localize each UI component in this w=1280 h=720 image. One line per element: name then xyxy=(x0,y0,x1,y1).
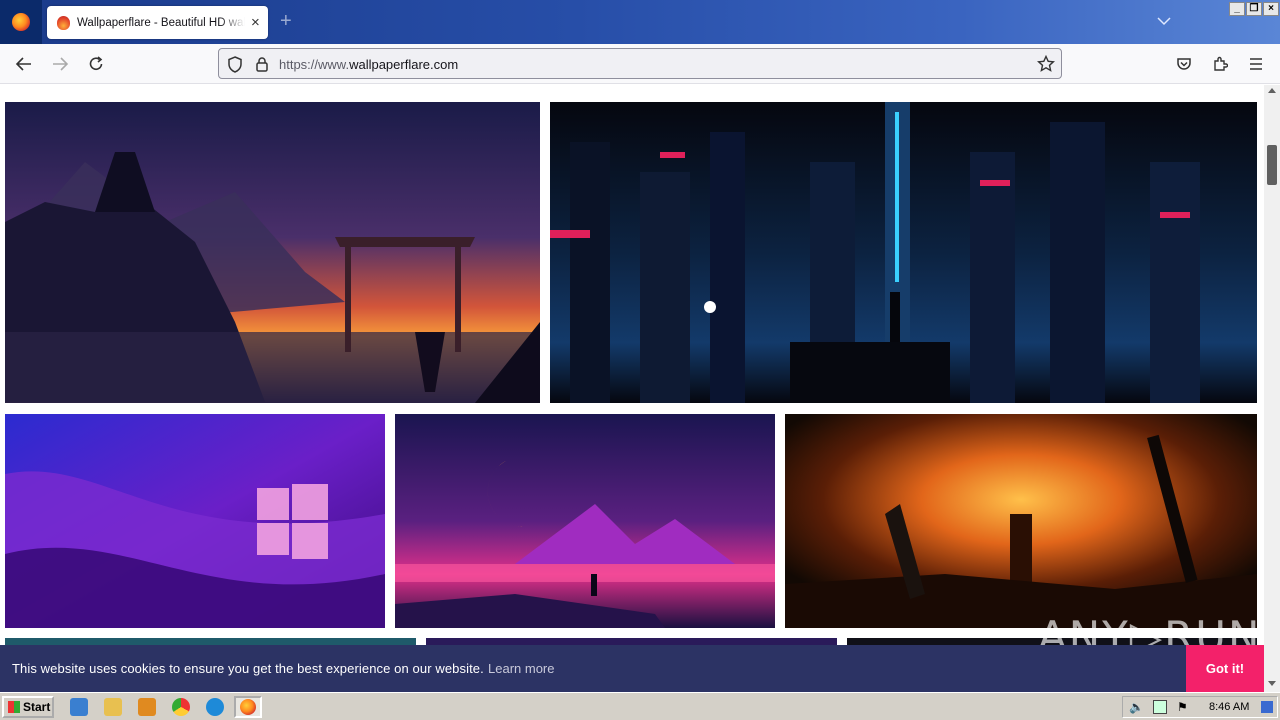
cookie-message: This website uses cookies to ensure you … xyxy=(12,661,484,676)
scroll-up-arrow-icon[interactable] xyxy=(1268,87,1276,93)
wallpaper-thumbnail[interactable] xyxy=(5,414,385,628)
volume-icon[interactable]: 🔈 xyxy=(1129,700,1144,714)
minimize-button[interactable]: _ xyxy=(1229,2,1245,16)
active-tab[interactable]: Wallpaperflare - Beautiful HD wallpapers… xyxy=(47,6,268,39)
extensions-button[interactable] xyxy=(1208,52,1232,76)
wallpaper-thumbnail[interactable] xyxy=(550,102,1257,403)
shield-icon[interactable] xyxy=(227,56,243,73)
firefox-menu-button[interactable] xyxy=(0,0,42,44)
bookmark-star-icon[interactable] xyxy=(1037,55,1055,73)
address-bar[interactable]: https://www.wallpaperflare.com xyxy=(218,48,1062,79)
cookie-learn-more-link[interactable]: Learn more xyxy=(488,661,554,676)
action-center-flag-icon[interactable]: ⚑ xyxy=(1177,700,1188,714)
wallpaper-thumbnail[interactable] xyxy=(395,414,775,628)
media-player-icon[interactable] xyxy=(138,698,156,716)
lock-icon[interactable] xyxy=(255,56,269,72)
pocket-icon xyxy=(1177,58,1191,70)
windows-taskbar: Start 🔈 ⚑ 8:46 AM xyxy=(0,692,1280,720)
list-all-tabs-chevron-icon[interactable] xyxy=(1157,13,1171,29)
chrome-icon[interactable] xyxy=(172,698,190,716)
internet-explorer-icon[interactable] xyxy=(70,698,88,716)
reload-button[interactable] xyxy=(84,52,108,76)
scrollbar-thumb[interactable] xyxy=(1267,145,1277,185)
wallpaper-thumbnail[interactable] xyxy=(5,102,540,403)
show-desktop-icon[interactable] xyxy=(1261,701,1273,713)
system-tray: 🔈 ⚑ 8:46 AM xyxy=(1122,696,1278,718)
cookie-consent-bar: This website uses cookies to ensure you … xyxy=(0,645,1264,692)
clock[interactable]: 8:46 AM xyxy=(1209,701,1249,713)
app-menu-button[interactable] xyxy=(1244,52,1268,76)
forward-button[interactable] xyxy=(48,52,72,76)
page-scrollbar[interactable] xyxy=(1264,85,1280,692)
forward-arrow-icon xyxy=(53,57,69,71)
hamburger-menu-icon xyxy=(1250,58,1262,70)
edge-icon[interactable] xyxy=(206,698,224,716)
pocket-button[interactable] xyxy=(1172,52,1196,76)
taskbar-firefox-button[interactable] xyxy=(234,696,262,718)
reload-icon xyxy=(89,56,103,70)
tab-title: Wallpaperflare - Beautiful HD wallpapers xyxy=(77,16,245,29)
network-icon[interactable] xyxy=(1153,700,1167,714)
restore-button[interactable]: ❐ xyxy=(1246,2,1262,16)
new-tab-button[interactable]: + xyxy=(280,11,292,31)
cookie-accept-button[interactable]: Got it! xyxy=(1186,645,1264,692)
firefox-icon xyxy=(12,13,30,31)
page-content xyxy=(0,85,1264,692)
start-button[interactable]: Start xyxy=(2,696,54,718)
back-button[interactable] xyxy=(12,52,36,76)
wallpaperflare-favicon-icon xyxy=(57,15,70,30)
file-explorer-icon[interactable] xyxy=(104,698,122,716)
browser-tab-bar: Wallpaperflare - Beautiful HD wallpapers… xyxy=(0,0,1280,44)
start-label: Start xyxy=(23,700,51,714)
wallpaper-thumbnail[interactable] xyxy=(785,414,1257,628)
puzzle-piece-icon xyxy=(1214,56,1228,71)
firefox-icon xyxy=(240,699,256,715)
tab-close-icon[interactable]: × xyxy=(251,15,260,30)
windows-logo-icon xyxy=(8,701,20,713)
navigation-toolbar: https://www.wallpaperflare.com xyxy=(0,44,1280,84)
scroll-down-arrow-icon[interactable] xyxy=(1268,681,1276,687)
url-text[interactable]: https://www.wallpaperflare.com xyxy=(279,57,458,72)
back-arrow-icon xyxy=(15,57,31,71)
close-window-button[interactable]: × xyxy=(1263,2,1279,16)
